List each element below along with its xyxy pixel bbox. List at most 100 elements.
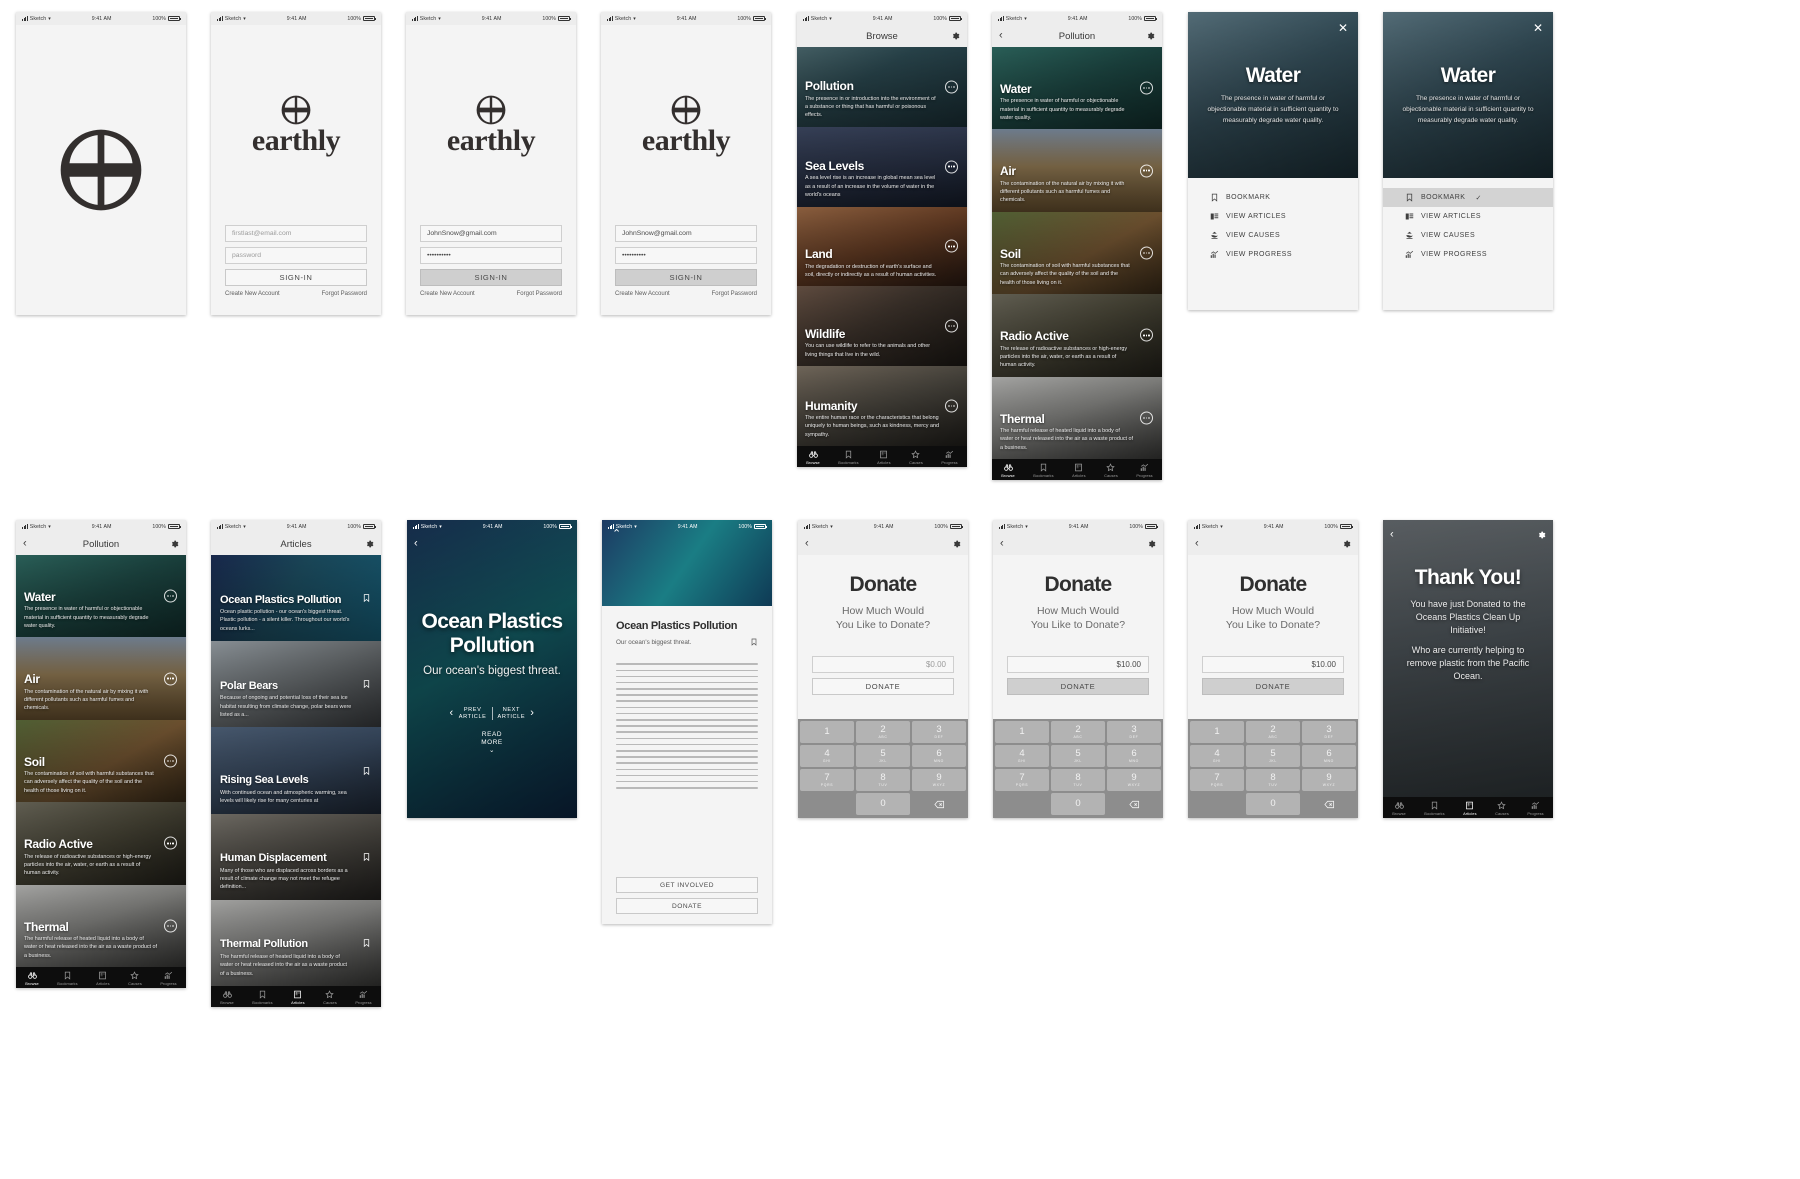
action-view-progress[interactable]: VIEW PROGRESS — [1188, 245, 1358, 264]
back-button[interactable]: ‹ — [1390, 529, 1394, 541]
key-6[interactable]: 6 MNO — [1107, 745, 1161, 767]
email-field[interactable]: JohnSnow@gmail.com — [615, 225, 757, 242]
article-card-polar-bears[interactable]: Polar Bears Because of ongoing and poten… — [211, 641, 381, 728]
back-button[interactable]: ‹ — [414, 538, 418, 550]
back-button[interactable]: ‹ — [805, 538, 809, 550]
tab-causes[interactable]: Causes — [1495, 801, 1509, 816]
password-field[interactable]: •••••••••• — [420, 247, 562, 264]
donate-amount-input[interactable]: $10.00 — [1202, 656, 1344, 674]
key-3[interactable]: 3 DEF — [1107, 721, 1161, 743]
key-5[interactable]: 5 JKL — [856, 745, 910, 767]
article-card-thermal-pollution[interactable]: Thermal Pollution The harmful release of… — [211, 899, 381, 986]
tab-browse[interactable]: Browse — [806, 450, 820, 465]
donate-button[interactable]: DONATE — [616, 898, 758, 914]
back-button[interactable]: ‹ — [1195, 538, 1199, 550]
gear-icon[interactable] — [365, 540, 374, 549]
card-more-button[interactable] — [164, 754, 177, 768]
sign-in-button[interactable]: SIGN-IN — [420, 269, 562, 286]
card-more-button[interactable] — [1140, 81, 1153, 95]
card-more-button[interactable] — [945, 239, 958, 253]
pollution-card-soil[interactable]: Soil The contamination of soil with harm… — [16, 719, 186, 803]
tab-progress[interactable]: Progress — [1136, 463, 1153, 478]
card-more-button[interactable] — [945, 399, 958, 413]
key-backspace[interactable] — [1107, 793, 1161, 815]
tab-articles[interactable]: Articles — [877, 450, 891, 465]
donate-submit-button[interactable]: DONATE — [812, 678, 954, 696]
key-0[interactable]: 0 — [856, 793, 910, 815]
gear-icon[interactable] — [1147, 540, 1156, 549]
browse-card-sea-levels[interactable]: Sea Levels A sea level rise is an increa… — [797, 126, 967, 207]
key-4[interactable]: 4 GHI — [995, 745, 1049, 767]
close-icon[interactable]: ✕ — [1338, 22, 1348, 34]
tab-browse[interactable]: Browse — [1001, 463, 1015, 478]
gear-icon[interactable] — [1146, 32, 1155, 41]
gear-icon[interactable] — [952, 540, 961, 549]
action-bookmark[interactable]: BOOKMARK — [1188, 188, 1358, 207]
key-5[interactable]: 5 JKL — [1246, 745, 1300, 767]
action-view-causes[interactable]: VIEW CAUSES — [1383, 226, 1553, 245]
key-6[interactable]: 6 MNO — [1302, 745, 1356, 767]
pollution-card-thermal[interactable]: Thermal The harmful release of heated li… — [16, 884, 186, 967]
card-more-button[interactable] — [1140, 246, 1153, 260]
get-involved-button[interactable]: GET INVOLVED — [616, 877, 758, 893]
next-article-button[interactable]: NEXT ARTICLE — [498, 707, 526, 721]
password-field[interactable]: password — [225, 247, 367, 264]
tab-articles[interactable]: Articles — [1463, 801, 1477, 816]
bookmark-icon[interactable] — [362, 678, 371, 690]
tab-bookmarks[interactable]: Bookmarks — [57, 971, 78, 986]
pollution-card-radio-active[interactable]: Radio Active The release of radioactive … — [16, 802, 186, 885]
key-backspace[interactable] — [912, 793, 966, 815]
card-more-button[interactable] — [1140, 328, 1153, 342]
pollution-card-thermal[interactable]: Thermal The harmful release of heated li… — [992, 376, 1162, 459]
card-more-button[interactable] — [164, 919, 177, 933]
prev-article-button[interactable]: PREV ARTICLE — [459, 707, 487, 721]
key-9[interactable]: 9 WXYZ — [912, 769, 966, 791]
back-button[interactable]: ‹ — [999, 30, 1003, 42]
gear-icon[interactable] — [951, 32, 960, 41]
key-7[interactable]: 7 PQRS — [995, 769, 1049, 791]
pollution-card-air[interactable]: Air The contamination of the natural air… — [992, 129, 1162, 212]
password-field[interactable]: •••••••••• — [615, 247, 757, 264]
article-card-ocean-plastics[interactable]: Ocean Plastics Pollution Ocean plastic p… — [211, 555, 381, 642]
card-more-button[interactable] — [945, 80, 958, 94]
create-account-link[interactable]: Create New Account — [225, 291, 280, 297]
key-8[interactable]: 8 TUV — [856, 769, 910, 791]
key-0[interactable]: 0 — [1051, 793, 1105, 815]
tab-progress[interactable]: Progress — [355, 990, 372, 1005]
action-bookmark[interactable]: BOOKMARK ✓ — [1383, 188, 1553, 207]
tab-progress[interactable]: Progress — [941, 450, 958, 465]
pollution-card-air[interactable]: Air The contamination of the natural air… — [16, 637, 186, 720]
back-button[interactable]: ‹ — [23, 538, 27, 550]
tab-causes[interactable]: Causes — [909, 450, 923, 465]
bookmark-icon[interactable] — [362, 851, 371, 863]
gear-icon[interactable] — [1342, 540, 1351, 549]
tab-bookmarks[interactable]: Bookmarks — [1424, 801, 1445, 816]
key-2[interactable]: 2 ABC — [1051, 721, 1105, 743]
key-6[interactable]: 6 MNO — [912, 745, 966, 767]
read-more-button[interactable]: READ MORE ⌄ — [481, 731, 503, 755]
article-card-human-displacement[interactable]: Human Displacement Many of those who are… — [211, 813, 381, 900]
donate-amount-input[interactable]: $10.00 — [1007, 656, 1149, 674]
key-1[interactable]: 1 — [800, 721, 854, 743]
key-3[interactable]: 3 DEF — [912, 721, 966, 743]
key-8[interactable]: 8 TUV — [1051, 769, 1105, 791]
card-more-button[interactable] — [1140, 411, 1153, 425]
key-5[interactable]: 5 JKL — [1051, 745, 1105, 767]
action-view-articles[interactable]: VIEW ARTICLES — [1188, 207, 1358, 226]
key-7[interactable]: 7 PQRS — [1190, 769, 1244, 791]
email-field[interactable]: JohnSnow@gmail.com — [420, 225, 562, 242]
close-icon[interactable]: ✕ — [1533, 22, 1543, 34]
action-view-causes[interactable]: VIEW CAUSES — [1188, 226, 1358, 245]
key-4[interactable]: 4 GHI — [1190, 745, 1244, 767]
gear-icon[interactable] — [170, 540, 179, 549]
key-4[interactable]: 4 GHI — [800, 745, 854, 767]
donate-submit-button[interactable]: DONATE — [1202, 678, 1344, 696]
tab-bookmarks[interactable]: Bookmarks — [252, 990, 273, 1005]
prev-chevron-icon[interactable]: ‹ — [450, 707, 454, 721]
create-account-link[interactable]: Create New Account — [615, 291, 670, 297]
back-button[interactable]: ‹ — [1000, 538, 1004, 550]
card-more-button[interactable] — [1140, 164, 1153, 178]
key-3[interactable]: 3 DEF — [1302, 721, 1356, 743]
pollution-card-radio-active[interactable]: Radio Active The release of radioactive … — [992, 294, 1162, 377]
pollution-card-water[interactable]: Water The presence in water of harmful o… — [992, 47, 1162, 130]
